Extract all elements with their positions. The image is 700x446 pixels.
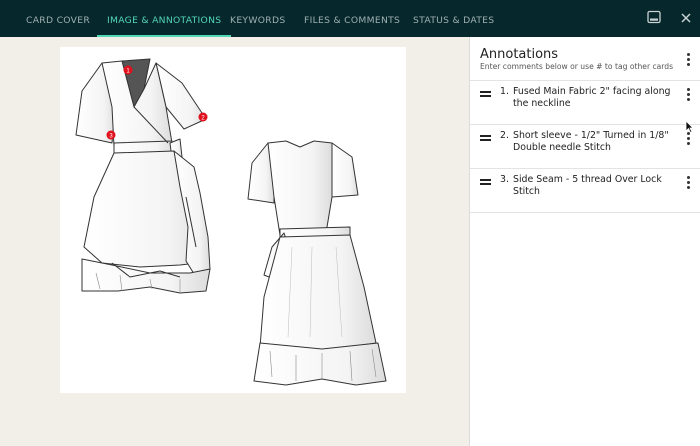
panel-subtitle: Enter comments below or use # to tag oth…	[480, 62, 674, 71]
tab-card-cover[interactable]: CARD COVER	[26, 0, 90, 37]
marker-2[interactable]: 2	[198, 112, 208, 122]
annotation-item-2[interactable]: 2. Short sleeve - 1/2" Turned in 1/8" Do…	[470, 124, 700, 168]
image-canvas: 1 2 3	[0, 37, 470, 446]
annotation-more-icon[interactable]	[683, 176, 693, 190]
garment-image: 1 2 3	[60, 47, 406, 393]
panel-more-icon[interactable]	[683, 53, 693, 67]
marker-3[interactable]: 3	[106, 130, 116, 140]
annotation-number: 1.	[500, 86, 509, 97]
annotation-more-icon[interactable]	[683, 88, 693, 102]
annotation-text[interactable]: Short sleeve - 1/2" Turned in 1/8" Doubl…	[513, 130, 673, 154]
top-tab-bar: CARD COVER IMAGE & ANNOTATIONS KEYWORDS …	[0, 0, 700, 37]
mouse-cursor-icon	[685, 118, 694, 137]
annotation-number: 2.	[500, 130, 509, 141]
tab-files-comments[interactable]: FILES & COMMENTS	[304, 0, 400, 37]
close-icon[interactable]	[680, 9, 696, 25]
drag-handle-icon[interactable]	[480, 179, 491, 185]
panel-icon[interactable]	[647, 9, 663, 25]
panel-title: Annotations	[480, 47, 559, 62]
tab-image-annotations[interactable]: IMAGE & ANNOTATIONS	[96, 0, 232, 37]
tab-keywords[interactable]: KEYWORDS	[230, 0, 285, 37]
annotations-panel: Annotations Enter comments below or use …	[469, 37, 700, 446]
annotation-text[interactable]: Fused Main Fabric 2" facing along the ne…	[513, 86, 673, 110]
annotation-item-3[interactable]: 3. Side Seam - 5 thread Over Lock Stitch	[470, 168, 700, 213]
drag-handle-icon[interactable]	[480, 91, 491, 97]
marker-1[interactable]: 1	[123, 65, 133, 75]
annotation-item-1[interactable]: 1. Fused Main Fabric 2" facing along the…	[470, 80, 700, 124]
drag-handle-icon[interactable]	[480, 135, 491, 141]
annotation-number: 3.	[500, 174, 509, 185]
annotation-text[interactable]: Side Seam - 5 thread Over Lock Stitch	[513, 174, 673, 198]
tab-status-dates[interactable]: STATUS & DATES	[413, 0, 494, 37]
